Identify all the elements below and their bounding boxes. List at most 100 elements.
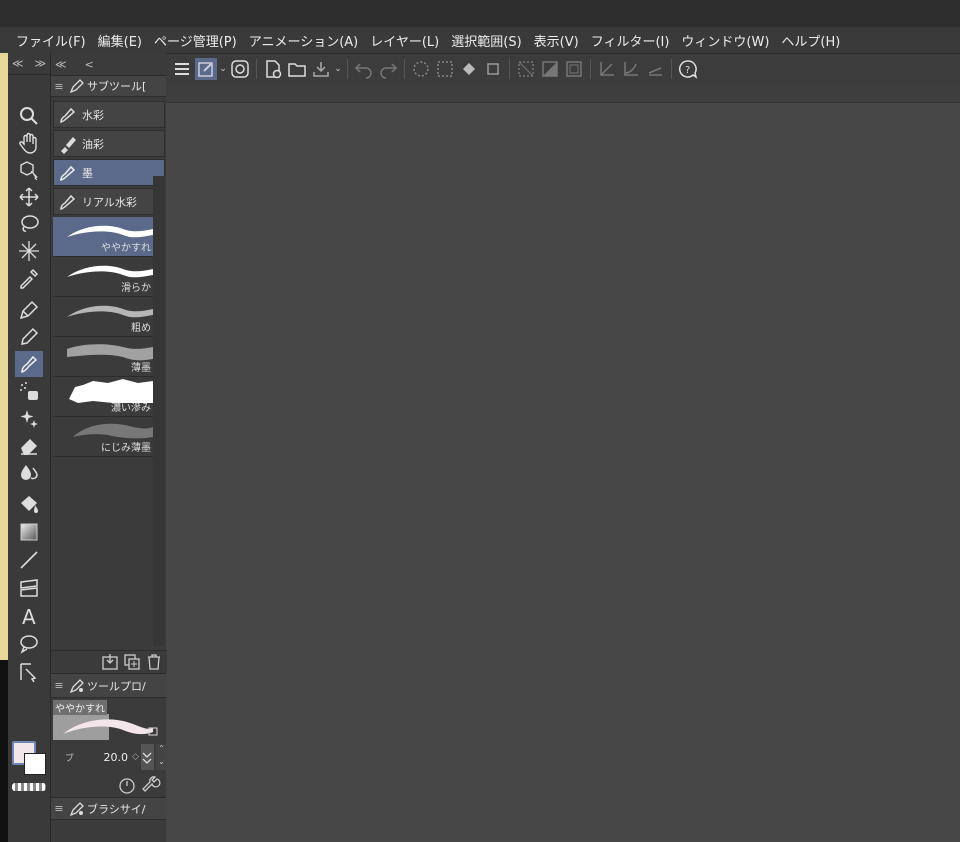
menu-selection[interactable]: 選択範囲(S) [445, 31, 527, 50]
svg-text:?: ? [685, 65, 690, 76]
fill-icon[interactable] [458, 58, 480, 80]
airbrush-tool[interactable] [15, 378, 43, 404]
chevron-down-icon[interactable]: ⌄ [333, 64, 343, 74]
text-tool[interactable]: A [15, 603, 43, 629]
size-spinner[interactable]: ⌃ ⌄ [155, 744, 167, 770]
transparent-color-swatch[interactable] [12, 783, 46, 791]
toolbar-divider [404, 58, 405, 79]
oil-brush-icon [61, 136, 76, 154]
expand-icon[interactable]: ≫ [34, 57, 46, 70]
brush-tool[interactable] [15, 351, 43, 377]
border-icon[interactable] [563, 58, 585, 80]
redo-icon[interactable] [377, 58, 399, 80]
move-tool[interactable] [15, 184, 43, 210]
tool-property-title-text: ツールプロ/ [87, 679, 146, 693]
brush-item-bleed-thin-ink[interactable]: にじみ薄墨 [53, 417, 153, 457]
subtool-group-label: 水彩 [82, 108, 104, 122]
select-icon[interactable] [434, 58, 456, 80]
new-file-icon[interactable] [262, 58, 284, 80]
deselect-icon[interactable] [515, 58, 537, 80]
pencil-tool[interactable] [15, 324, 43, 350]
menu-edit[interactable]: 編集(E) [92, 31, 148, 50]
object-tool[interactable] [15, 157, 43, 183]
hand-tool[interactable] [15, 130, 43, 156]
menu-filter[interactable]: フィルター(I) [585, 31, 676, 50]
toolbar-divider [509, 58, 510, 79]
panel-menu-icon[interactable]: ≡ [51, 802, 67, 815]
brush-item-dark-bleed[interactable]: 濃い滲み [53, 377, 153, 417]
open-folder-icon[interactable] [286, 58, 308, 80]
menu-icon[interactable] [171, 58, 193, 80]
chevron-down-icon[interactable]: ⌄ [218, 64, 228, 74]
blend-tool[interactable] [15, 459, 43, 485]
panel-menu-icon[interactable]: ≡ [51, 679, 67, 692]
export-icon[interactable] [310, 58, 332, 80]
brush-item-label: にじみ薄墨 [101, 443, 151, 454]
invert-icon[interactable] [539, 58, 561, 80]
crop-icon[interactable] [482, 58, 504, 80]
stepper-icon[interactable]: ◇ [132, 752, 139, 762]
subtool-panel-title: ≡ サブツール[ [51, 75, 166, 97]
fill-tool[interactable] [15, 491, 43, 517]
undo-icon[interactable] [353, 58, 375, 80]
menu-animation[interactable]: アニメーション(A) [243, 31, 365, 50]
menu-view[interactable]: 表示(V) [528, 31, 585, 50]
ruler-tilt-icon[interactable] [644, 58, 666, 80]
subtool-list-scrollbar[interactable] [153, 176, 165, 646]
help-icon[interactable]: ? [677, 58, 699, 80]
ruler-icon[interactable] [596, 58, 618, 80]
brush-item-thin-ink[interactable]: 薄墨 [53, 337, 153, 377]
eraser-tool[interactable] [15, 432, 43, 458]
chevron-down-icon[interactable]: ⌄ [155, 757, 167, 770]
brush-size-label: ブ [65, 753, 75, 764]
panel-collapse-icon[interactable]: ≪ [55, 58, 67, 71]
panel-menu-icon[interactable]: ≡ [51, 80, 67, 93]
marquee-icon[interactable] [410, 58, 432, 80]
brush-item-smooth[interactable]: 滑らか [53, 257, 153, 297]
trash-icon[interactable] [144, 652, 164, 672]
canvas-tab-strip [166, 83, 960, 103]
brush-item-slightly-faded[interactable]: ややかすれ [53, 217, 153, 257]
subtool-group-ink[interactable]: 墨 [53, 159, 165, 186]
canvas-area[interactable] [166, 103, 960, 842]
magic-wand-tool[interactable] [15, 238, 43, 264]
menu-bar: ファイル(F) 編集(E) ページ管理(P) アニメーション(A) レイヤー(L… [0, 27, 960, 53]
frame-border-tool[interactable] [15, 575, 43, 601]
gradient-tool[interactable] [15, 519, 43, 545]
brush-size-value[interactable]: 20.0 [89, 751, 132, 764]
menu-help[interactable]: ヘルプ(H) [775, 31, 846, 50]
subtool-group-watercolor[interactable]: 水彩 [53, 101, 165, 128]
pen-mode-icon[interactable] [195, 57, 217, 80]
duplicate-subtool-icon[interactable] [122, 652, 142, 672]
eyedropper-tool[interactable] [15, 265, 43, 291]
import-subtool-icon[interactable] [100, 652, 120, 672]
correct-line-tool[interactable] [15, 659, 43, 685]
panel-back-icon[interactable]: < [85, 58, 94, 71]
decoration-tool[interactable] [15, 405, 43, 431]
sub-color-swatch[interactable] [24, 753, 46, 775]
tool-property-title: ≡ ツールプロ/ [51, 674, 166, 698]
subtool-group-oil[interactable]: 油彩 [53, 130, 165, 157]
menu-layer[interactable]: レイヤー(L) [364, 31, 445, 50]
ruler-curve-icon[interactable] [620, 58, 642, 80]
swirl-icon[interactable] [229, 58, 251, 80]
figure-tool[interactable] [15, 547, 43, 573]
collapse-icon[interactable]: ≪ [12, 57, 24, 70]
pen-tool[interactable] [15, 297, 43, 323]
menu-file[interactable]: ファイル(F) [10, 31, 92, 50]
tool-property-icon [67, 678, 87, 694]
zoom-tool[interactable] [15, 103, 43, 129]
menu-window[interactable]: ウィンドウ(W) [675, 31, 775, 50]
lasso-tool[interactable] [15, 211, 43, 237]
wrench-icon[interactable] [140, 774, 162, 796]
balloon-tool[interactable] [15, 631, 43, 657]
subtool-group-real-watercolor[interactable]: リアル水彩 [53, 188, 165, 215]
menu-page[interactable]: ページ管理(P) [148, 31, 243, 50]
brush-item-label: 薄墨 [131, 363, 151, 374]
subtool-panel-footer [51, 650, 167, 673]
real-watercolor-icon [60, 194, 76, 210]
timer-icon[interactable] [116, 774, 138, 796]
brush-item-rough[interactable]: 粗め [53, 297, 153, 337]
pressure-toggle[interactable] [140, 744, 154, 770]
chevron-up-icon[interactable]: ⌃ [155, 744, 167, 757]
